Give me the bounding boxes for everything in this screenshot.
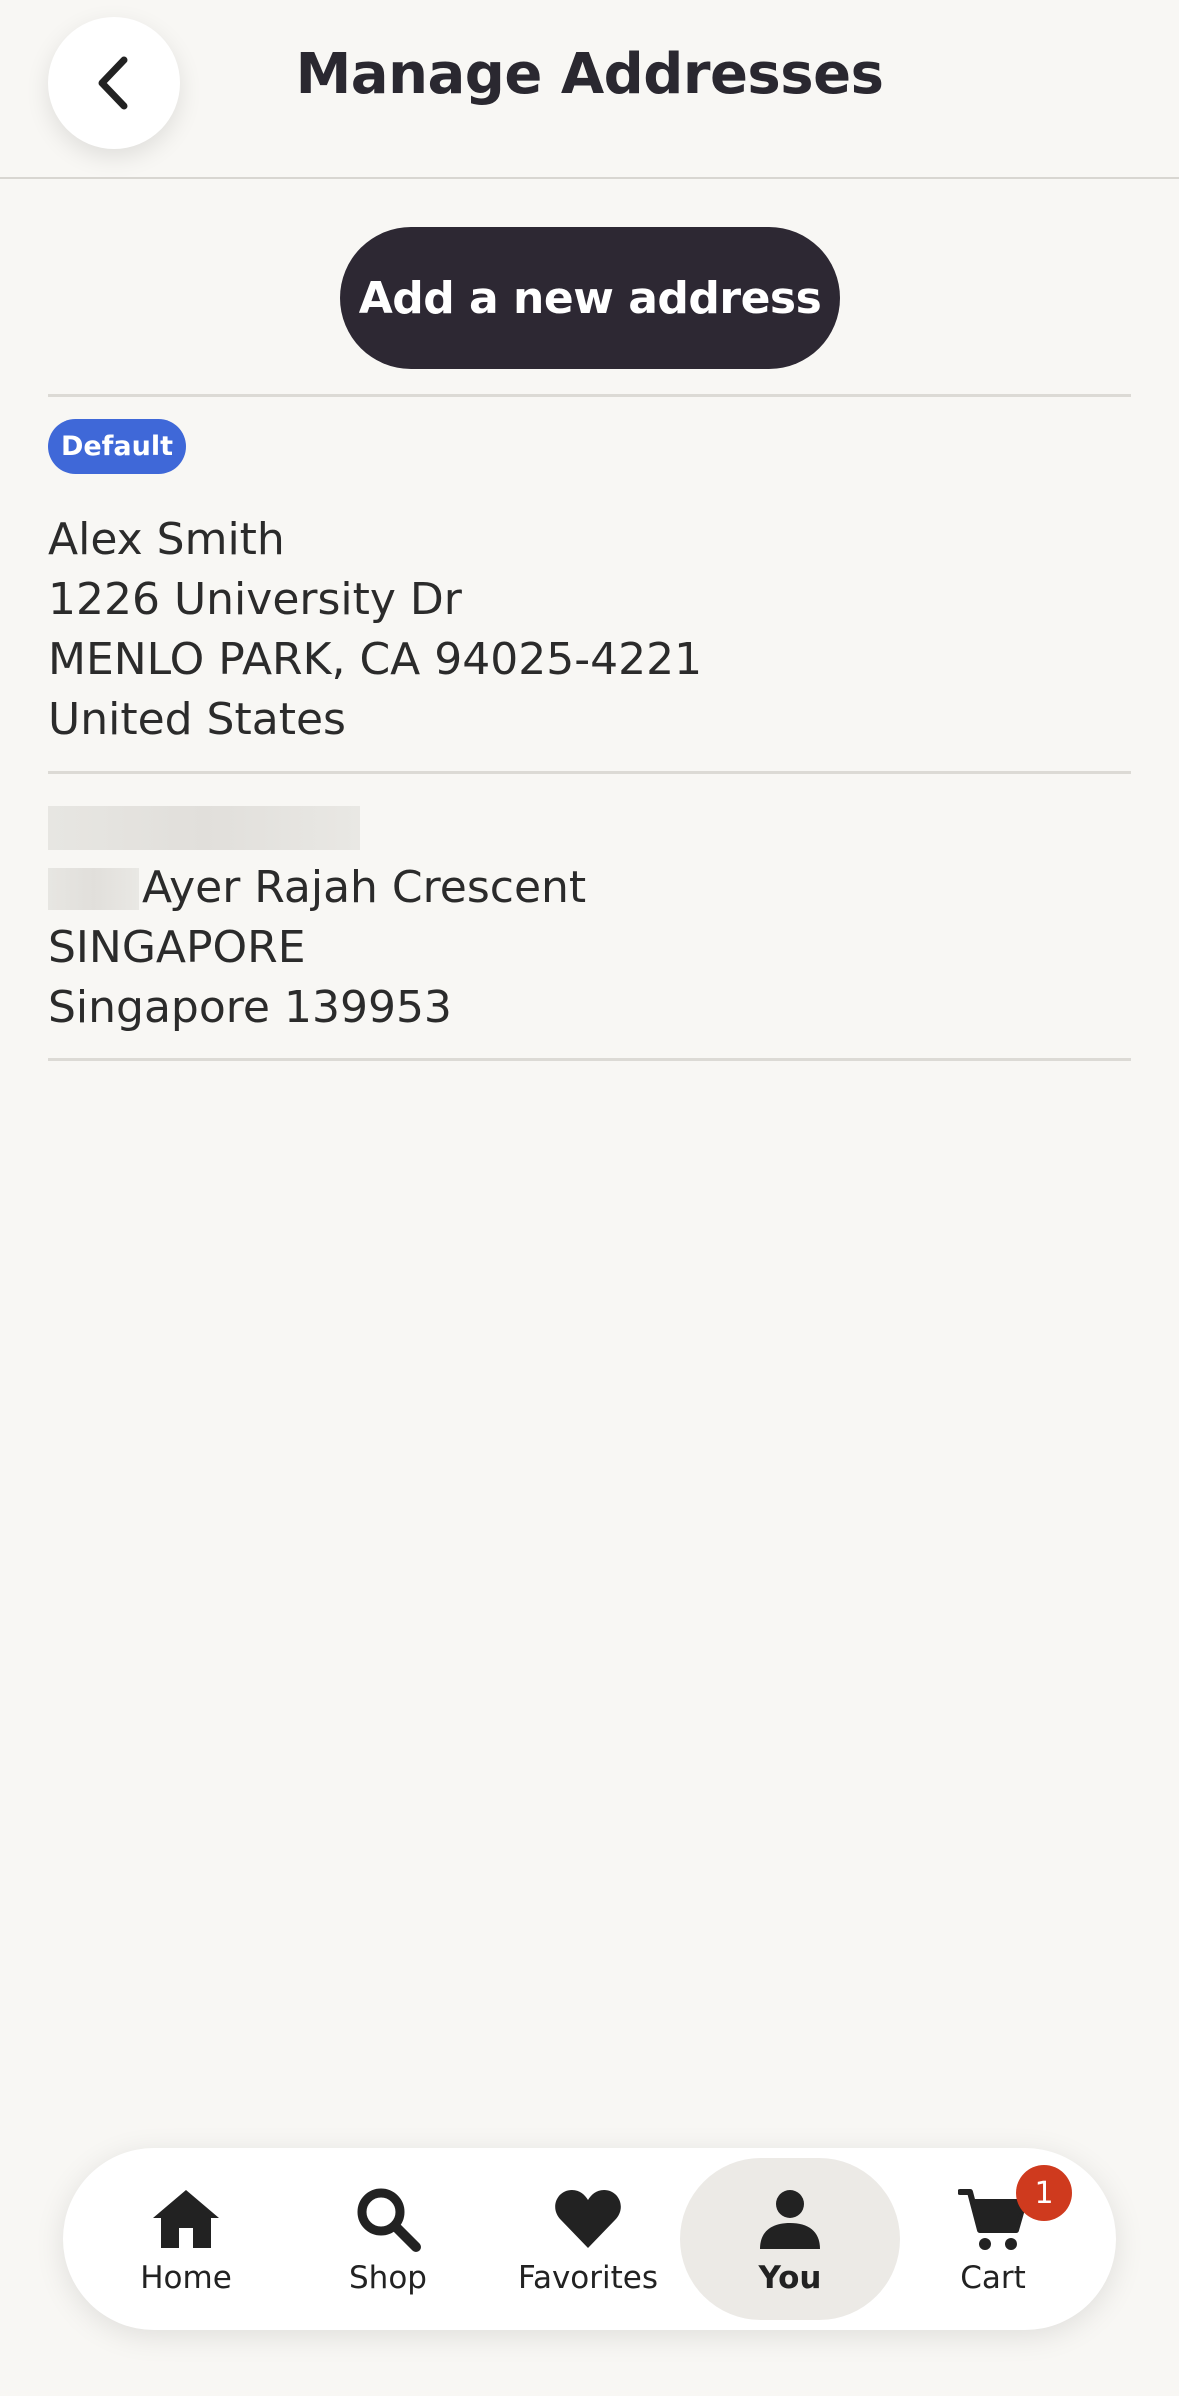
tab-you[interactable]: You bbox=[677, 2148, 903, 2330]
divider bbox=[48, 1058, 1131, 1061]
search-icon bbox=[288, 2184, 488, 2254]
heart-icon bbox=[488, 2184, 688, 2254]
address-line-3: United States bbox=[48, 694, 346, 745]
tab-cart-label: Cart bbox=[960, 2260, 1026, 2296]
address-line-1: Ayer Rajah Crescent bbox=[142, 862, 587, 913]
tab-shop[interactable]: Shop bbox=[288, 2148, 488, 2330]
divider bbox=[48, 394, 1131, 397]
cart-count-badge: 1 bbox=[1016, 2165, 1072, 2221]
default-badge: Default bbox=[48, 419, 186, 474]
redacted-street-number bbox=[48, 868, 139, 910]
home-icon bbox=[86, 2184, 286, 2254]
tab-home-label: Home bbox=[140, 2260, 232, 2296]
divider bbox=[48, 771, 1131, 774]
person-icon bbox=[677, 2184, 903, 2254]
address-line-2: MENLO PARK, CA 94025-4221 bbox=[48, 634, 703, 685]
address-line-1: 1226 University Dr bbox=[48, 574, 462, 625]
tab-favorites-label: Favorites bbox=[517, 2260, 659, 2296]
page-title: Manage Addresses bbox=[295, 42, 884, 107]
tab-favorites[interactable]: Favorites bbox=[488, 2148, 688, 2330]
tab-home[interactable]: Home bbox=[86, 2148, 286, 2330]
add-new-address-button[interactable]: Add a new address bbox=[340, 227, 840, 369]
address-line-2: SINGAPORE bbox=[48, 922, 306, 973]
tab-you-label: You bbox=[758, 2260, 822, 2296]
tab-shop-label: Shop bbox=[349, 2260, 427, 2296]
address-name: Alex Smith bbox=[48, 514, 285, 565]
header: Manage Addresses bbox=[0, 0, 1179, 179]
address-line-3: Singapore 139953 bbox=[48, 982, 452, 1033]
bottom-tab-bar: Home Shop Favorites You Cart bbox=[63, 2148, 1116, 2330]
redacted-name bbox=[48, 806, 360, 850]
